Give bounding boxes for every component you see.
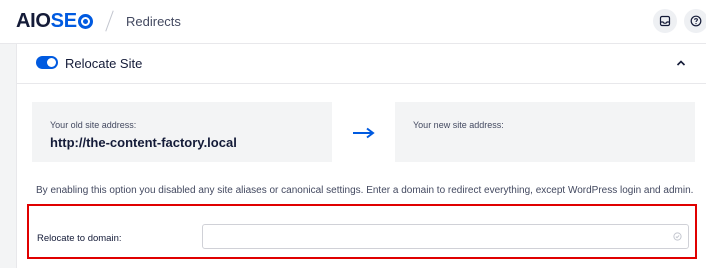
old-address-value: http://the-content-factory.local xyxy=(50,135,237,150)
aioseo-logo[interactable]: AIO SE xyxy=(16,10,93,33)
new-address-label: Your new site address: xyxy=(413,120,504,130)
relocate-domain-input[interactable] xyxy=(202,224,689,249)
help-icon[interactable] xyxy=(684,9,706,33)
breadcrumb[interactable]: Redirects xyxy=(126,14,181,29)
arrow-right-icon xyxy=(353,127,375,139)
input-status-icon xyxy=(673,232,682,241)
relocate-domain-label: Relocate to domain: xyxy=(37,233,122,244)
panel-header[interactable]: Relocate Site xyxy=(17,44,706,84)
relocate-site-panel: Relocate Site Your old site address: htt… xyxy=(16,44,706,268)
inbox-icon[interactable] xyxy=(653,9,677,33)
relocate-site-toggle[interactable] xyxy=(36,56,58,69)
relocate-description: By enabling this option you disabled any… xyxy=(36,185,694,196)
logo-text-aio: AIO xyxy=(16,10,51,32)
breadcrumb-separator xyxy=(105,10,114,32)
top-bar: AIO SE Redirects xyxy=(0,0,706,44)
old-address-label: Your old site address: xyxy=(50,120,137,130)
toggle-knob xyxy=(47,58,56,67)
new-address-box: Your new site address: xyxy=(395,102,695,162)
logo-gear-icon xyxy=(77,14,93,29)
old-address-box: Your old site address: http://the-conten… xyxy=(32,102,332,162)
chevron-up-icon[interactable] xyxy=(674,56,688,70)
logo-text-se: SE xyxy=(50,10,77,32)
panel-title: Relocate Site xyxy=(65,56,143,71)
